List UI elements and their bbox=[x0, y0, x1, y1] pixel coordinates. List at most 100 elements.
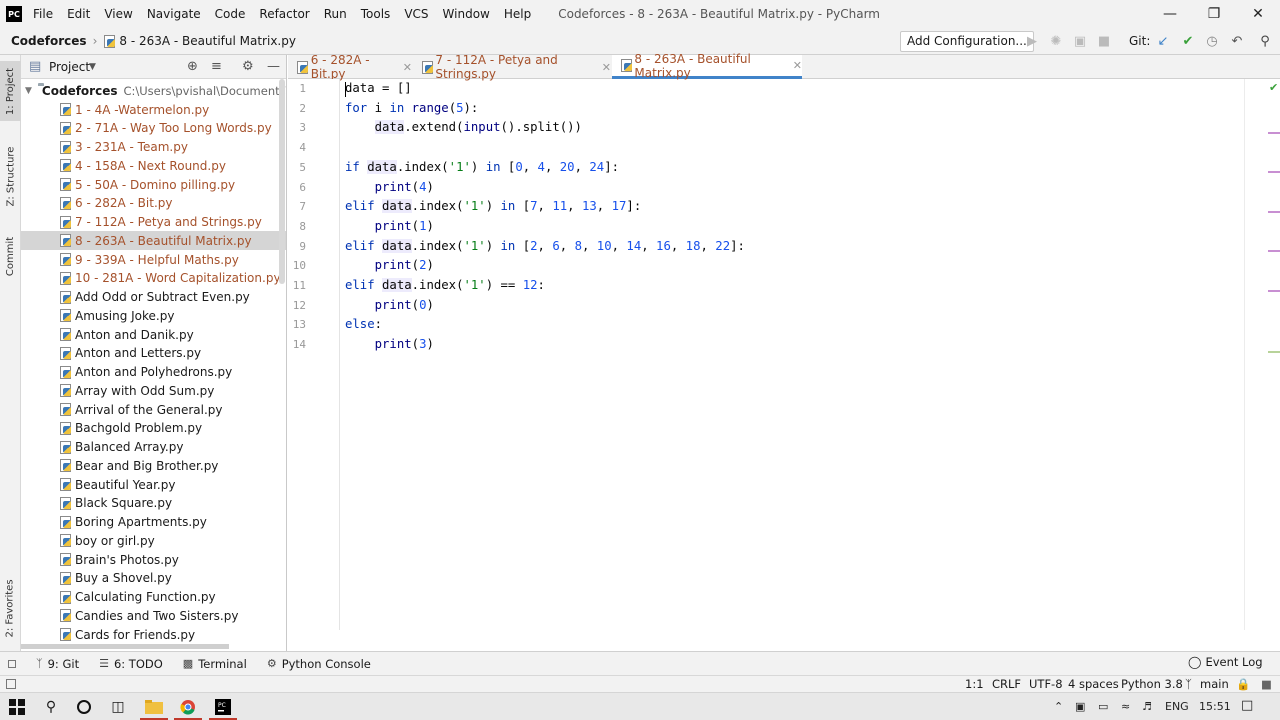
code-line[interactable]: elif data.index('1') in [2, 6, 8, 10, 14… bbox=[345, 237, 745, 257]
pycharm-taskbar-icon[interactable]: PC bbox=[209, 697, 237, 720]
menu-window[interactable]: Window bbox=[436, 0, 497, 28]
menu-code[interactable]: Code bbox=[208, 0, 253, 28]
tree-file-item[interactable]: Array with Odd Sum.py bbox=[21, 381, 286, 400]
file-explorer-icon[interactable] bbox=[140, 697, 168, 720]
coverage-icon[interactable]: ▣ bbox=[1072, 33, 1088, 49]
close-tab-icon[interactable]: ✕ bbox=[602, 61, 611, 74]
collapse-all-icon[interactable]: ≡ bbox=[211, 59, 222, 74]
code-line[interactable]: elif data.index('1') == 12: bbox=[345, 276, 545, 296]
terminal-tool-button[interactable]: ▩ Terminal bbox=[183, 657, 247, 671]
code-line[interactable]: print(3) bbox=[345, 335, 434, 355]
project-horizontal-scrollbar[interactable] bbox=[21, 644, 229, 649]
clock-time[interactable]: 15:51 bbox=[1199, 700, 1231, 713]
menu-view[interactable]: View bbox=[97, 0, 139, 28]
git-update-icon[interactable]: ↙ bbox=[1155, 33, 1171, 49]
close-tab-icon[interactable]: ✕ bbox=[793, 59, 802, 72]
code-line[interactable]: for i in range(5): bbox=[345, 99, 478, 119]
tree-file-item[interactable]: Calculating Function.py bbox=[21, 588, 286, 607]
hide-panel-icon[interactable]: — bbox=[267, 59, 280, 74]
tree-file-item[interactable]: Anton and Polyhedrons.py bbox=[21, 363, 286, 382]
code-line[interactable]: print(4) bbox=[345, 178, 434, 198]
code-line[interactable]: if data.index('1') in [0, 4, 20, 24]: bbox=[345, 158, 619, 178]
git-history-icon[interactable]: ◷ bbox=[1204, 33, 1220, 49]
close-window-icon[interactable]: ✕ bbox=[1236, 0, 1280, 28]
git-tool-button[interactable]: ᛉ 9: Git bbox=[36, 657, 79, 671]
restore-icon[interactable]: ❐ bbox=[1192, 0, 1236, 28]
menu-navigate[interactable]: Navigate bbox=[140, 0, 208, 28]
status-panel-toggle-icon[interactable] bbox=[6, 679, 16, 689]
tree-file-item[interactable]: Arrival of the General.py bbox=[21, 400, 286, 419]
tree-file-item[interactable]: Bachgold Problem.py bbox=[21, 419, 286, 438]
input-language[interactable]: ENG bbox=[1165, 700, 1189, 713]
indent-setting[interactable]: 4 spaces bbox=[1068, 677, 1119, 691]
breadcrumb-file[interactable]: 8 - 263A - Beautiful Matrix.py bbox=[119, 34, 296, 48]
event-log-button[interactable]: ◯ Event Log bbox=[1188, 655, 1263, 669]
tree-file-item[interactable]: Brain's Photos.py bbox=[21, 550, 286, 569]
add-configuration-button[interactable]: Add Configuration... bbox=[900, 31, 1034, 52]
tab-petya-and-strings[interactable]: 7 - 112A - Petya and Strings.py ✕ bbox=[413, 53, 611, 81]
project-panel-title[interactable]: Project bbox=[49, 60, 90, 74]
tab-beautiful-matrix[interactable]: 8 - 263A - Beautiful Matrix.py ✕ bbox=[612, 52, 802, 80]
tree-file-item[interactable]: Balanced Array.py bbox=[21, 438, 286, 457]
stripe-marker[interactable] bbox=[1268, 211, 1280, 213]
stripe-marker[interactable] bbox=[1268, 250, 1280, 252]
file-encoding[interactable]: UTF-8 bbox=[1029, 677, 1063, 691]
tree-file-item[interactable]: 4 - 158A - Next Round.py bbox=[21, 156, 286, 175]
stripe-marker[interactable] bbox=[1268, 351, 1280, 353]
menu-file[interactable]: File bbox=[26, 0, 60, 28]
code-line[interactable]: print(0) bbox=[345, 296, 434, 316]
git-commit-icon[interactable]: ✔ bbox=[1180, 33, 1196, 49]
python-console-tool-button[interactable]: ⚙ Python Console bbox=[267, 657, 371, 671]
caret-position[interactable]: 1:1 bbox=[965, 677, 984, 691]
tree-file-item[interactable]: 7 - 112A - Petya and Strings.py bbox=[21, 213, 286, 232]
tree-file-item[interactable]: Candies and Two Sisters.py bbox=[21, 606, 286, 625]
tree-file-item[interactable]: 2 - 71A - Way Too Long Words.py bbox=[21, 119, 286, 138]
git-branch[interactable]: main bbox=[1200, 677, 1229, 691]
tree-file-item[interactable]: 10 - 281A - Word Capitalization.py bbox=[21, 269, 286, 288]
favorites-tool-tab[interactable]: 2: Favorites bbox=[0, 570, 21, 646]
lock-icon[interactable]: 🔒 bbox=[1236, 677, 1250, 691]
chevron-up-icon[interactable]: ⌃ bbox=[1054, 700, 1063, 713]
tree-file-item[interactable]: Anton and Letters.py bbox=[21, 344, 286, 363]
tree-file-item[interactable]: 6 - 282A - Bit.py bbox=[21, 194, 286, 213]
python-interpreter[interactable]: Python 3.8 bbox=[1121, 677, 1183, 691]
code-line[interactable]: data.extend(input().split()) bbox=[345, 118, 582, 138]
line-number-gutter[interactable]: 1 2 3 4 5 6 7 8 9 10 11 12 13 14 bbox=[288, 79, 340, 630]
meet-now-icon[interactable]: ▣ bbox=[1075, 700, 1085, 713]
tree-file-item[interactable]: Boring Apartments.py bbox=[21, 513, 286, 532]
menu-tools[interactable]: Tools bbox=[354, 0, 398, 28]
locate-file-icon[interactable]: ⊕ bbox=[187, 59, 198, 74]
tree-file-item[interactable]: Buy a Shovel.py bbox=[21, 569, 286, 588]
code-line[interactable]: data = [] bbox=[345, 79, 412, 99]
tree-file-item[interactable]: Cards for Friends.py bbox=[21, 625, 286, 644]
tree-file-item[interactable]: 1 - 4A -Watermelon.py bbox=[21, 100, 286, 119]
menu-refactor[interactable]: Refactor bbox=[252, 0, 316, 28]
tree-file-item[interactable]: Add Odd or Subtract Even.py bbox=[21, 288, 286, 307]
tool-windows-toggle-icon[interactable] bbox=[8, 659, 16, 668]
code-editor[interactable]: data = [] for i in range(5): data.extend(… bbox=[345, 79, 1240, 630]
search-icon[interactable]: ⚲ bbox=[40, 697, 62, 717]
tree-file-item[interactable]: 8 - 263A - Beautiful Matrix.py bbox=[21, 231, 286, 251]
tree-file-item[interactable]: 3 - 231A - Team.py bbox=[21, 138, 286, 157]
run-icon[interactable]: ▶ bbox=[1024, 33, 1040, 49]
code-line[interactable]: elif data.index('1') in [7, 11, 13, 17]: bbox=[345, 197, 641, 217]
tree-root-folder[interactable]: ▼ Codeforces C:\Users\pvishal\Documents\… bbox=[21, 81, 286, 100]
code-line[interactable]: print(2) bbox=[345, 256, 434, 276]
stripe-marker[interactable] bbox=[1268, 171, 1280, 173]
notifications-icon[interactable]: □ bbox=[1241, 698, 1253, 713]
todo-tool-button[interactable]: ☰ 6: TODO bbox=[99, 657, 163, 671]
commit-tool-tab[interactable]: Commit bbox=[0, 231, 21, 281]
gear-icon[interactable]: ⚙ bbox=[242, 59, 254, 74]
stop-icon[interactable]: ■ bbox=[1096, 33, 1112, 49]
stripe-marker[interactable] bbox=[1268, 132, 1280, 134]
memory-indicator-icon[interactable]: ■ bbox=[1261, 677, 1272, 691]
tree-file-item[interactable]: 9 - 339A - Helpful Maths.py bbox=[21, 250, 286, 269]
tree-file-item[interactable]: Beautiful Year.py bbox=[21, 475, 286, 494]
volume-icon[interactable]: ♬ bbox=[1142, 700, 1152, 713]
menu-help[interactable]: Help bbox=[497, 0, 538, 28]
debug-icon[interactable]: ✺ bbox=[1048, 33, 1064, 49]
tree-file-item[interactable]: Black Square.py bbox=[21, 494, 286, 513]
line-separator[interactable]: CRLF bbox=[992, 677, 1021, 691]
cortana-icon[interactable] bbox=[73, 697, 95, 717]
wifi-icon[interactable]: ≈ bbox=[1121, 700, 1130, 713]
